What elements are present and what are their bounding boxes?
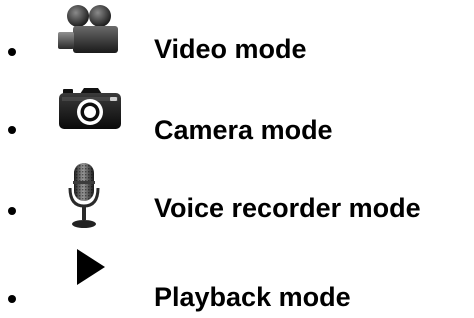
bullet — [8, 126, 16, 134]
list-item-video-mode: Video mode — [0, 0, 474, 64]
bullet — [8, 207, 16, 215]
video-camera-icon — [56, 4, 122, 61]
list-item-camera-mode: Camera mode — [0, 80, 474, 144]
mode-label: Video mode — [154, 34, 307, 64]
list-item-voice-recorder-mode: Voice recorder mode — [0, 158, 474, 228]
play-icon — [76, 248, 106, 291]
list-item-playback-mode: Playback mode — [0, 246, 474, 311]
mode-label: Playback mode — [154, 282, 351, 312]
bullet — [8, 295, 16, 303]
mode-label: Camera mode — [154, 115, 333, 145]
microphone-icon — [67, 162, 101, 235]
mode-label: Voice recorder mode — [154, 193, 421, 223]
bullet — [8, 48, 16, 56]
camera-icon — [58, 87, 122, 136]
